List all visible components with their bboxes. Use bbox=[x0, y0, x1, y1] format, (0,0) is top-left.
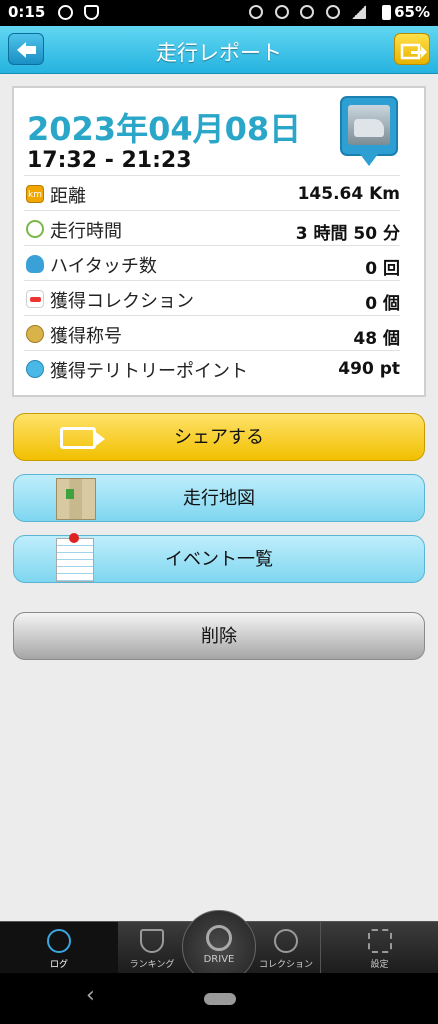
event-list-button[interactable]: イベント一覧 bbox=[13, 533, 425, 583]
car-photo-pin[interactable] bbox=[340, 96, 400, 172]
trophy-icon bbox=[140, 929, 164, 953]
header-share-button[interactable] bbox=[394, 33, 430, 65]
stat-label: 獲得コレクション bbox=[50, 291, 194, 312]
status-time: 0:15 bbox=[8, 3, 46, 21]
battery-level: 65% bbox=[394, 3, 430, 21]
tab-settings-label: 設定 bbox=[370, 960, 389, 970]
car-photo-frame bbox=[340, 96, 398, 156]
tab-collection-label: コレクション bbox=[258, 960, 313, 970]
medal-icon bbox=[26, 325, 44, 343]
event-list-button-label: イベント一覧 bbox=[165, 549, 273, 570]
stat-label: 獲得称号 bbox=[50, 326, 122, 347]
power-icon bbox=[206, 925, 232, 951]
drive-map-button[interactable]: 走行地図 bbox=[13, 474, 425, 522]
report-date: 2023年04月08日 bbox=[27, 110, 302, 148]
stat-row-distance: km 距離 145.64 Km bbox=[24, 175, 400, 210]
vibrate-icon bbox=[300, 5, 315, 19]
report-card: 2023年04月08日 17:32 - 21:23 km 距離 145.64 K… bbox=[12, 86, 426, 397]
gear-icon bbox=[367, 929, 392, 953]
stat-value: 48 個 bbox=[353, 329, 400, 349]
page-title: 走行レポート bbox=[156, 41, 282, 65]
stat-value: 3 時間 50 分 bbox=[295, 224, 400, 244]
stat-label: 走行時間 bbox=[50, 221, 122, 242]
stat-value: 0 回 bbox=[365, 259, 400, 279]
clock-icon bbox=[26, 220, 44, 238]
share-icon bbox=[400, 43, 427, 60]
battery-status: 65% bbox=[382, 3, 430, 21]
notification-icons bbox=[58, 3, 105, 21]
app-header: 走行レポート bbox=[0, 26, 438, 74]
share-button-label: シェアする bbox=[174, 427, 264, 448]
star-icon bbox=[274, 929, 298, 953]
car-photo bbox=[348, 105, 390, 145]
pin-tail bbox=[360, 154, 378, 166]
stat-label: ハイタッチ数 bbox=[50, 256, 157, 277]
stat-value: 490 pt bbox=[338, 359, 400, 379]
stat-row-drive-time: 走行時間 3 時間 50 分 bbox=[24, 210, 400, 245]
delete-button-label: 削除 bbox=[201, 626, 237, 647]
location-icon bbox=[274, 5, 289, 19]
clock-icon bbox=[47, 929, 71, 953]
tab-collection[interactable]: コレクション bbox=[252, 922, 320, 974]
stat-value: 145.64 Km bbox=[297, 184, 400, 204]
car-icon bbox=[26, 290, 44, 308]
tab-log[interactable]: ログ bbox=[0, 922, 118, 974]
memo-icon bbox=[56, 533, 94, 582]
shield-icon bbox=[83, 5, 99, 20]
drive-map-button-label: 走行地図 bbox=[183, 488, 255, 509]
system-nav-bar: ‹ bbox=[0, 973, 438, 1024]
signal-icon bbox=[352, 5, 366, 19]
battery-icon bbox=[382, 5, 392, 20]
stat-row-territory: 獲得テリトリーポイント 490 pt bbox=[24, 350, 400, 385]
stats-list: km 距離 145.64 Km 走行時間 3 時間 50 分 ハイタッチ数 0 … bbox=[24, 175, 400, 385]
system-icons bbox=[242, 5, 366, 23]
alarm-icon bbox=[248, 5, 263, 19]
tab-log-label: ログ bbox=[49, 960, 68, 970]
nav-home-pill[interactable] bbox=[204, 993, 236, 1005]
nav-back-icon[interactable]: ‹ bbox=[86, 983, 95, 1008]
share-icon bbox=[60, 427, 105, 449]
km-badge-icon: km bbox=[26, 185, 44, 203]
tab-settings[interactable]: 設定 bbox=[320, 922, 438, 974]
wifi-icon bbox=[326, 5, 341, 19]
stat-row-high-five: ハイタッチ数 0 回 bbox=[24, 245, 400, 280]
report-time-range: 17:32 - 21:23 bbox=[27, 148, 192, 173]
stat-row-titles: 獲得称号 48 個 bbox=[24, 315, 400, 350]
stat-label: 獲得テリトリーポイント bbox=[50, 361, 248, 382]
share-button[interactable]: シェアする bbox=[13, 413, 425, 461]
territory-icon bbox=[26, 360, 44, 378]
tab-ranking-label: ランキング bbox=[129, 960, 175, 970]
map-icon bbox=[56, 478, 96, 520]
high-five-icon bbox=[26, 255, 44, 273]
stat-row-collection: 獲得コレクション 0 個 bbox=[24, 280, 400, 315]
stat-label: 距離 bbox=[50, 186, 86, 207]
tab-ranking[interactable]: ランキング bbox=[118, 922, 186, 974]
drive-button-label: DRIVE bbox=[203, 954, 235, 965]
status-bar: 0:15 65% bbox=[0, 0, 438, 26]
delete-button[interactable]: 削除 bbox=[13, 612, 425, 660]
stat-value: 0 個 bbox=[365, 294, 400, 314]
info-icon bbox=[58, 5, 73, 20]
